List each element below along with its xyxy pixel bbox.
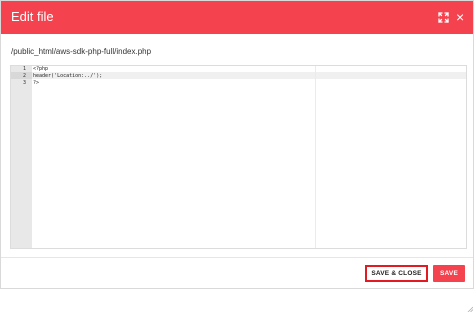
code-line[interactable]: ?> [33, 80, 39, 87]
save-button[interactable]: SAVE [433, 265, 465, 282]
line-number: 2 [22, 73, 26, 79]
code-line[interactable]: <?php [33, 66, 48, 73]
code-editor[interactable]: 1 <?php 2 header('Location:../'); 3 ?> [10, 65, 473, 312]
print-margin [315, 66, 316, 248]
code-line[interactable]: header('Location:../'); [33, 73, 102, 80]
maximize-icon[interactable] [438, 12, 449, 23]
line-number-gutter [11, 66, 32, 248]
dialog-header: Edit file × [1, 1, 473, 34]
line-number: 3 [22, 80, 26, 86]
save-and-close-button[interactable]: SAVE & CLOSE [365, 265, 428, 282]
close-icon[interactable]: × [456, 10, 464, 24]
resize-handle-icon[interactable] [467, 306, 473, 312]
line-number: 1 [22, 66, 26, 72]
dialog-title: Edit file [11, 9, 54, 24]
footer-divider [1, 257, 473, 258]
edit-file-dialog: Edit file × /public_html/aws-sdk-php-ful… [0, 0, 474, 312]
file-path: /public_html/aws-sdk-php-full/index.php [11, 47, 152, 56]
